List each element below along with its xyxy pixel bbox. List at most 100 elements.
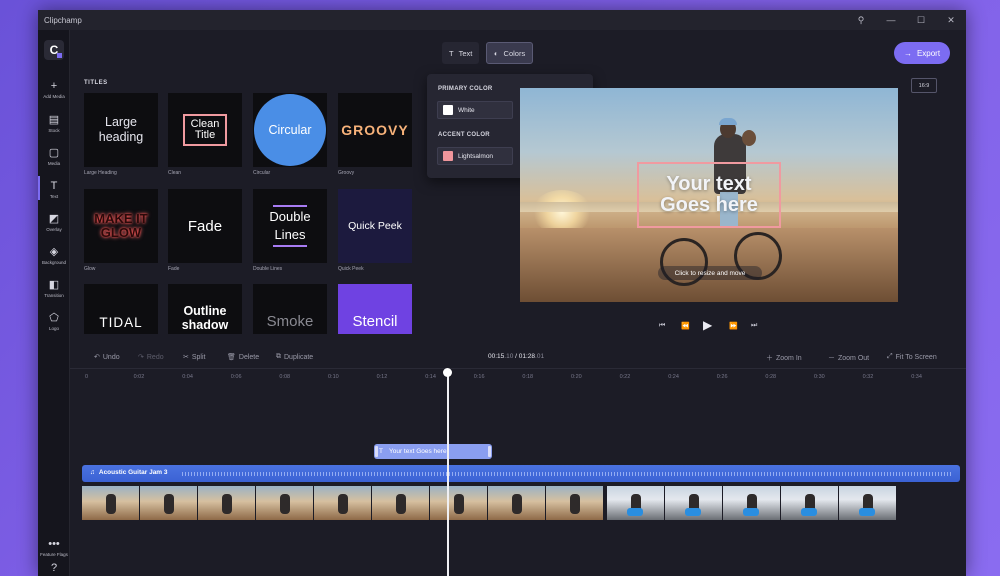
- frame-figure: [454, 494, 464, 514]
- primary-color-picker[interactable]: White: [437, 101, 513, 119]
- ruler-tick: 0:22: [619, 374, 631, 380]
- tile-thumbnail: Quick Peek: [338, 189, 412, 263]
- video-track[interactable]: [82, 486, 897, 520]
- playhead-handle[interactable]: [443, 368, 452, 377]
- tab-colors[interactable]: ◐ Colors: [486, 42, 534, 64]
- title-tile-circular[interactable]: Circular Circular: [253, 93, 327, 176]
- title-tile-outline-shadow[interactable]: Outline shadow: [168, 284, 242, 334]
- frame-figure: [627, 494, 643, 516]
- rewind-icon[interactable]: ⏪: [681, 322, 690, 330]
- undo-button[interactable]: ↶ Undo: [94, 353, 120, 362]
- tile-preview-text: Stencil: [352, 313, 398, 330]
- tile-thumbnail: GROOVY: [338, 93, 412, 167]
- title-tile-large-heading[interactable]: Large heading Large Heading: [84, 93, 158, 176]
- nav-feature-flags[interactable]: ••• Feature Flags: [38, 538, 70, 557]
- nav-label: Background: [41, 260, 67, 265]
- tile-thumbnail: Circular: [253, 93, 327, 167]
- decor-line: [273, 205, 307, 207]
- stock-icon: ▤: [48, 114, 60, 126]
- undo-icon: ↶: [94, 354, 100, 361]
- background-icon: ◈: [49, 246, 59, 258]
- accent-color-heading: ACCENT COLOR: [438, 132, 490, 138]
- ruler-tick: 0:16: [473, 374, 485, 380]
- title-tile-groovy[interactable]: GROOVY Groovy: [338, 93, 412, 176]
- nav-background[interactable]: ◈ Background: [38, 246, 70, 265]
- tile-thumbnail: Large heading: [84, 93, 158, 167]
- audio-clip[interactable]: ♫ Acoustic Guitar Jam 3: [82, 465, 960, 482]
- nav-overlay[interactable]: ◩ Overlay: [38, 213, 70, 232]
- aspect-ratio-button[interactable]: 16:9: [911, 78, 937, 93]
- zoom-in-button[interactable]: ＋ Zoom In: [766, 353, 802, 363]
- skip-forward-icon[interactable]: ⏭: [751, 322, 757, 330]
- duplicate-icon: ⧉: [276, 353, 281, 360]
- minimize-icon[interactable]: —: [876, 10, 906, 30]
- overlay-icon: ◩: [48, 213, 60, 225]
- zoom-out-button[interactable]: － Zoom Out: [828, 353, 869, 363]
- text-clip[interactable]: T Your text Goes here: [374, 444, 492, 459]
- accent-color-picker[interactable]: Lightsalmon: [437, 147, 513, 165]
- accent-color-name: Lightsalmon: [458, 152, 494, 160]
- title-bar: Clipchamp ⚲ — ☐ ✕: [38, 10, 966, 30]
- fit-to-screen-button[interactable]: ⤢ Fit To Screen: [887, 353, 937, 361]
- close-icon[interactable]: ✕: [936, 10, 966, 30]
- title-tile-smoke[interactable]: Smoke: [253, 284, 327, 334]
- nav-transition[interactable]: ◧ Transition: [38, 279, 70, 298]
- more-icon: •••: [48, 538, 60, 550]
- frame-figure: [859, 494, 875, 516]
- pin-icon[interactable]: ⚲: [846, 10, 876, 30]
- frame-figure: [743, 494, 759, 516]
- text-overlay-box[interactable]: Your text Goes here: [637, 162, 781, 228]
- ruler-tick: 0:12: [376, 374, 388, 380]
- redo-button[interactable]: ↷ Redo: [138, 353, 164, 362]
- primary-color-heading: PRIMARY COLOR: [438, 86, 493, 92]
- play-icon[interactable]: ▶: [703, 318, 712, 332]
- title-tile-fade[interactable]: Fade Fade: [168, 189, 242, 272]
- title-tile-double-lines[interactable]: Double Lines Double Lines: [253, 189, 327, 272]
- text-overlay[interactable]: Your text Goes here: [660, 174, 758, 216]
- tile-caption: Double Lines: [253, 266, 283, 272]
- tile-thumbnail: Outline shadow: [168, 284, 242, 334]
- tile-preview-text: MAKE IT GLOW: [94, 211, 148, 240]
- nav-label: Text: [49, 194, 59, 199]
- ruler-tick: 0:34: [911, 374, 922, 380]
- restore-icon[interactable]: ☐: [906, 10, 936, 30]
- delete-button[interactable]: 🗑 Delete: [227, 353, 259, 362]
- arrow-right-icon: →: [903, 48, 912, 58]
- tile-preview-text: Smoke: [266, 313, 314, 330]
- frame-figure: [512, 494, 522, 514]
- video-frame-thumbnail: [839, 486, 897, 520]
- passenger-head: [742, 130, 756, 146]
- export-button[interactable]: → Export: [894, 42, 950, 64]
- skip-back-icon[interactable]: ⏮: [659, 322, 665, 330]
- video-preview[interactable]: Your text Goes here Click to resize and …: [520, 88, 898, 302]
- tile-thumbnail: Fade: [168, 189, 242, 263]
- trash-icon: 🗑: [227, 354, 236, 361]
- fast-forward-icon[interactable]: ⏩: [729, 322, 738, 330]
- tile-preview-text: TIDAL: [99, 315, 143, 330]
- logo-icon: ⬠: [49, 312, 59, 324]
- split-button[interactable]: ✂ Split: [183, 353, 206, 362]
- nav-media[interactable]: ▢ Media: [38, 147, 70, 166]
- nav-add-media[interactable]: + Add Media: [38, 80, 70, 99]
- rider-cap: [719, 118, 737, 125]
- tab-text[interactable]: T Text: [442, 42, 480, 64]
- title-tile-tidal[interactable]: TIDAL: [84, 284, 158, 334]
- playhead-line[interactable]: [447, 370, 449, 576]
- title-tile-stencil[interactable]: Stencil: [338, 284, 412, 334]
- nav-logo[interactable]: ⬠ Logo: [38, 312, 70, 331]
- nav-stock[interactable]: ▤ Stock: [38, 114, 70, 133]
- decor-line: [273, 245, 307, 247]
- help-button[interactable]: ?: [38, 562, 70, 574]
- app-window: Clipchamp ⚲ — ☐ ✕ C + Add Media ▤ Stock …: [38, 10, 966, 576]
- frame-figure: [801, 494, 817, 516]
- title-tile-glow[interactable]: MAKE IT GLOW Glow: [84, 189, 158, 272]
- nav-text[interactable]: T Text: [38, 176, 70, 200]
- frame-figure: [164, 494, 174, 514]
- title-tile-clean[interactable]: Clean Title Clean: [168, 93, 242, 176]
- duplicate-button[interactable]: ⧉ Duplicate: [276, 353, 313, 361]
- title-tile-quick-peek[interactable]: Quick Peek Quick Peek: [338, 189, 412, 272]
- nav-label: Add Media: [43, 94, 65, 99]
- tile-thumbnail: Stencil: [338, 284, 412, 334]
- text-clip-label: Your text Goes here: [388, 448, 447, 455]
- timeline-ruler[interactable]: 0 0:02 0:04 0:06 0:08 0:10 0:12 0:14 0:16 0:18 0:2…: [70, 372, 966, 382]
